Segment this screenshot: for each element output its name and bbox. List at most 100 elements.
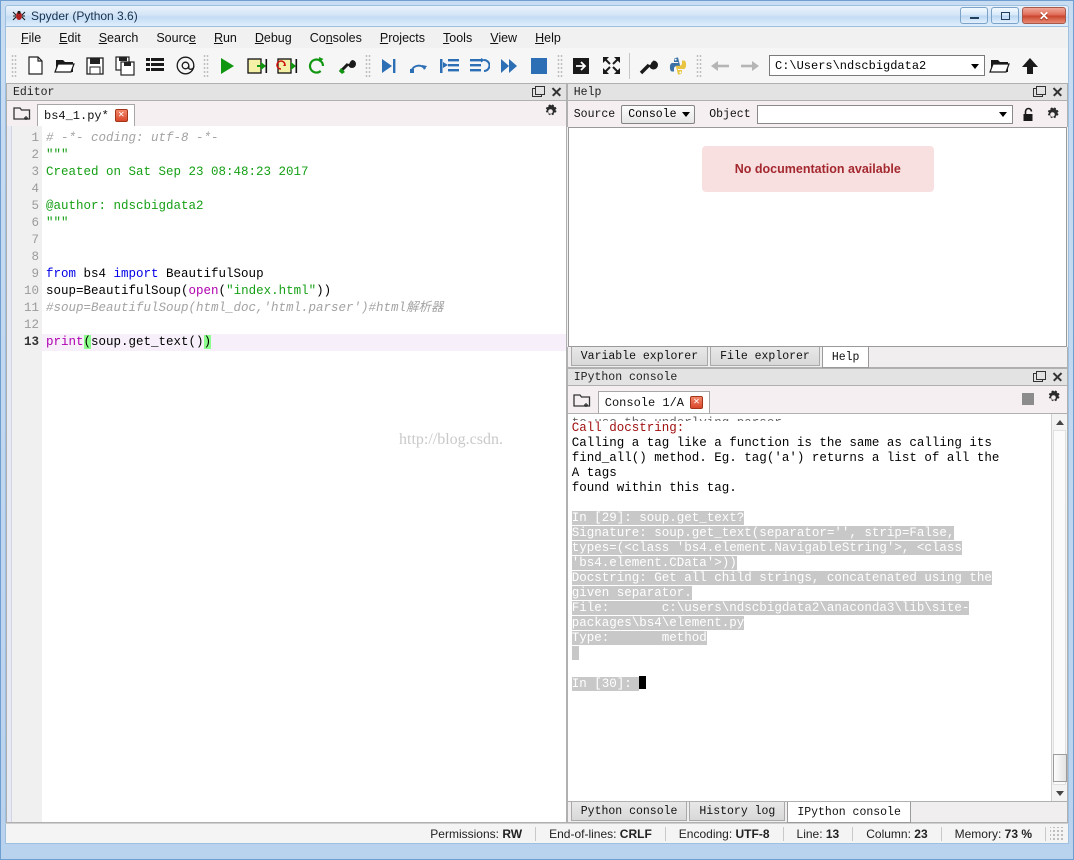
close-icon[interactable]: [551, 86, 562, 97]
console-output-text[interactable]: to use the underlying parser.Call docstr…: [568, 414, 1051, 801]
console-tabbar: Console 1/A ✕: [566, 386, 1068, 413]
line-number: 12: [23, 318, 39, 332]
editor-options-gear-icon[interactable]: [543, 104, 558, 122]
console-tab-close-icon[interactable]: ✕: [690, 396, 703, 409]
toolbar-handle-4[interactable]: [557, 53, 563, 78]
tab-help[interactable]: Help: [821, 347, 870, 368]
close-button[interactable]: ✕: [1022, 7, 1066, 24]
status-end-of-lines: End-of-lines: CRLF: [536, 826, 666, 841]
stop-icon[interactable]: [1022, 393, 1034, 405]
chevron-down-icon[interactable]: [971, 64, 979, 69]
tab-python-console[interactable]: Python console: [570, 802, 688, 821]
configure-run-icon[interactable]: [332, 51, 362, 81]
console-pane-title: IPython console: [566, 368, 1068, 386]
preferences-icon[interactable]: [633, 51, 663, 81]
toolbar-handle[interactable]: [11, 53, 17, 78]
forward-arrow-icon[interactable]: [735, 51, 765, 81]
menu-source[interactable]: Source: [147, 29, 205, 47]
lock-icon[interactable]: [1019, 107, 1037, 122]
working-directory-combo[interactable]: C:\Users\ndscbigdata2: [769, 55, 985, 76]
fullscreen-icon[interactable]: [596, 51, 626, 81]
run-icon[interactable]: [212, 51, 242, 81]
toolbar-handle-3[interactable]: [365, 53, 371, 78]
console-tab-1A[interactable]: Console 1/A ✕: [597, 391, 710, 413]
back-arrow-icon[interactable]: [705, 51, 735, 81]
new-file-icon[interactable]: [20, 51, 50, 81]
close-icon[interactable]: [1052, 86, 1063, 97]
scrollbar-track[interactable]: [1053, 430, 1066, 785]
undock-icon[interactable]: [1033, 371, 1046, 382]
chevron-down-icon[interactable]: [999, 111, 1007, 117]
help-source-select[interactable]: Console: [621, 104, 696, 124]
help-pane-label: Help: [573, 85, 602, 99]
editor-tab-bs4_1[interactable]: bs4_1.py* ✕: [37, 104, 135, 126]
browse-tabs-icon[interactable]: [11, 102, 33, 124]
step-return-icon[interactable]: [464, 51, 494, 81]
continue-icon[interactable]: [494, 51, 524, 81]
console-scrollbar[interactable]: [1051, 414, 1067, 801]
scroll-up-icon[interactable]: [1052, 414, 1067, 430]
menu-projects[interactable]: Projects: [371, 29, 434, 47]
code-editor[interactable]: 1 2 3 4 5 6 7 8 9 10 11 12 13 # -*- coding: utf-8 -*…: [6, 126, 567, 823]
console-line: Signature: soup.get_text(separator='', s…: [571, 526, 955, 540]
maximize-pane-icon[interactable]: [566, 51, 596, 81]
status-memory: Memory: 73 %: [942, 826, 1046, 841]
rerun-icon[interactable]: [302, 51, 332, 81]
save-all-icon[interactable]: [110, 51, 140, 81]
run-cell-advance-icon[interactable]: [272, 51, 302, 81]
console-line: In [29]: soup.get_text?: [571, 511, 745, 525]
undock-icon[interactable]: [1033, 86, 1046, 97]
code-text[interactable]: # -*- coding: utf-8 -*- """ Created on Sat…: [42, 126, 566, 822]
run-cell-icon[interactable]: [242, 51, 272, 81]
help-options-gear-icon[interactable]: [1043, 106, 1061, 122]
stop-debug-icon[interactable]: [524, 51, 554, 81]
python-path-icon[interactable]: [663, 51, 693, 81]
console-output-area[interactable]: to use the underlying parser.Call docstr…: [566, 413, 1068, 802]
open-file-icon[interactable]: [50, 51, 80, 81]
menu-help[interactable]: Help: [526, 29, 570, 47]
help-object-input[interactable]: [756, 104, 1013, 124]
menu-view[interactable]: View: [481, 29, 526, 47]
console-line: 'bs4.element.CData'>)): [571, 556, 737, 570]
console-dock-tabbar: Python console History log IPython console: [566, 802, 1068, 823]
menu-tools[interactable]: Tools: [434, 29, 481, 47]
help-toolbar: Source Console Object: [566, 101, 1068, 127]
editor-tab-close-icon[interactable]: ✕: [114, 109, 128, 122]
console-line: Type: method: [571, 631, 707, 645]
line-number: 7: [31, 233, 39, 247]
tab-ipython-console[interactable]: IPython console: [787, 802, 911, 823]
debug-icon[interactable]: [374, 51, 404, 81]
menu-edit[interactable]: Edit: [50, 29, 90, 47]
menu-run[interactable]: Run: [205, 29, 246, 47]
step-into-icon[interactable]: [434, 51, 464, 81]
tab-variable-explorer[interactable]: Variable explorer: [570, 347, 709, 366]
menu-search[interactable]: Search: [90, 29, 148, 47]
menu-file[interactable]: File: [12, 29, 50, 47]
resize-grip[interactable]: [1050, 826, 1064, 841]
step-over-icon[interactable]: [404, 51, 434, 81]
maximize-button[interactable]: [991, 7, 1019, 24]
tab-history-log[interactable]: History log: [689, 802, 786, 821]
tab-file-explorer[interactable]: File explorer: [710, 347, 820, 366]
toolbar-handle-2[interactable]: [203, 53, 209, 78]
scrollbar-thumb[interactable]: [1053, 754, 1067, 782]
scroll-down-icon[interactable]: [1052, 785, 1067, 801]
up-arrow-icon[interactable]: [1015, 51, 1045, 81]
console-options-gear-icon[interactable]: [1046, 390, 1061, 408]
close-icon[interactable]: [1052, 371, 1063, 382]
right-dock-column: Help Source Console Object No documentat…: [566, 83, 1068, 823]
open-folder-icon[interactable]: [985, 51, 1015, 81]
undock-icon[interactable]: [531, 86, 545, 97]
save-file-icon[interactable]: [80, 51, 110, 81]
minimize-button[interactable]: [960, 7, 988, 24]
browse-tabs-icon[interactable]: [572, 389, 594, 411]
code-line: """: [46, 216, 69, 230]
toolbar-handle-5[interactable]: [696, 53, 702, 78]
menu-debug[interactable]: Debug: [246, 29, 301, 47]
menu-consoles[interactable]: Consoles: [301, 29, 371, 47]
list-icon[interactable]: [140, 51, 170, 81]
at-icon[interactable]: [170, 51, 200, 81]
toolbar-divider: [629, 52, 630, 79]
